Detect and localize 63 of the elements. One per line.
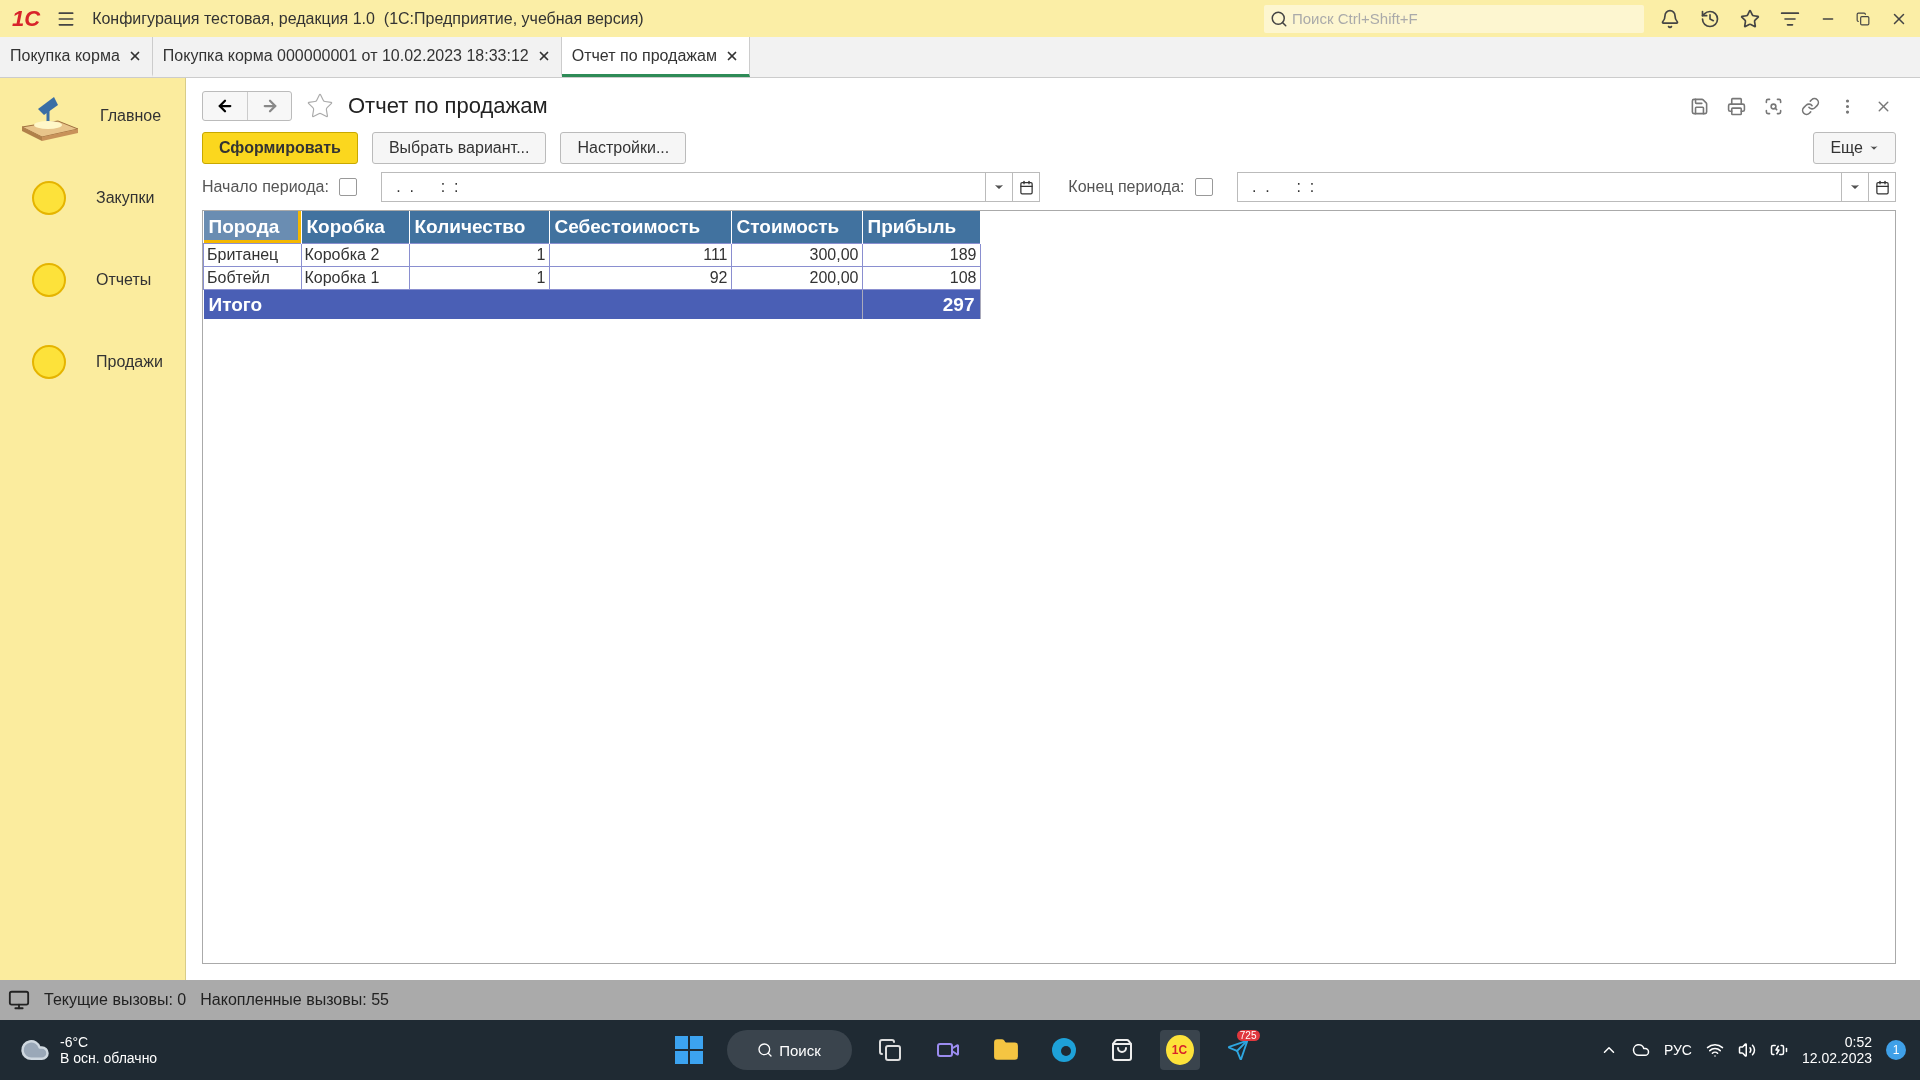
- generate-button[interactable]: Сформировать: [202, 132, 358, 164]
- coin-icon: [32, 181, 66, 215]
- search-icon: [1270, 9, 1288, 28]
- taskbar-search[interactable]: Поиск: [726, 1030, 852, 1070]
- unread-badge: 725: [1236, 1030, 1260, 1041]
- language-indicator[interactable]: РУС: [1663, 1042, 1692, 1058]
- table-cell: Коробка 2: [301, 243, 409, 267]
- tab[interactable]: Покупка корма 000000001 от 10.02.2023 18:33:12: [152, 37, 562, 77]
- checkbox[interactable]: [338, 178, 357, 196]
- calendar-icon[interactable]: [1874, 179, 1890, 195]
- search-icon: [757, 1042, 774, 1058]
- checkbox[interactable]: [1194, 178, 1213, 196]
- cloud-icon[interactable]: [1631, 1041, 1650, 1059]
- column-header[interactable]: Себестоимость: [549, 211, 731, 244]
- form-button[interactable]: Выбрать вариант...: [371, 132, 547, 164]
- column-header[interactable]: Коробка: [301, 211, 409, 244]
- caret-icon: [1869, 143, 1879, 153]
- tab[interactable]: Отчет по продажам: [561, 37, 750, 77]
- sidebar-item[interactable]: Закупки: [0, 170, 185, 226]
- wifi-icon[interactable]: [1705, 1041, 1724, 1059]
- window-title: Конфигурация тестовая, редакция 1.0 (1С:Предприятие, учебная версия): [92, 9, 645, 28]
- total-label: Итого: [203, 289, 862, 319]
- coin-icon: [32, 345, 66, 379]
- tab[interactable]: Покупка корма: [0, 37, 153, 77]
- field-label: Начало периода:: [202, 178, 329, 196]
- form-title: Отчет по продажам: [348, 93, 549, 119]
- table-cell: Британец: [203, 243, 301, 267]
- paper-plane-icon: [1226, 1039, 1249, 1061]
- form-button[interactable]: Настройки...: [560, 132, 687, 164]
- monitor-icon[interactable]: [8, 989, 30, 1011]
- column-header[interactable]: Прибыль: [862, 211, 980, 244]
- column-header[interactable]: Стоимость: [731, 211, 862, 244]
- table-cell: 111: [549, 243, 731, 267]
- table-cell: 200,00: [731, 266, 862, 290]
- date-field[interactable]: . . : :: [380, 172, 1041, 202]
- table-cell: Коробка 1: [301, 266, 409, 290]
- field-label: Конец периода:: [1068, 178, 1185, 196]
- clock-date[interactable]: 12.02.2023: [1801, 1050, 1872, 1066]
- more-button[interactable]: Еще: [1813, 132, 1896, 164]
- calendar-icon[interactable]: [1018, 179, 1034, 195]
- table-cell: 189: [862, 243, 980, 267]
- clock-time[interactable]: 0:52: [1801, 1034, 1872, 1050]
- sidebar-item[interactable]: Главное: [0, 88, 185, 144]
- weather-text: В осн. облачно: [60, 1050, 158, 1066]
- speaker-icon[interactable]: [1737, 1041, 1756, 1059]
- table-cell: 108: [862, 266, 980, 290]
- table-cell: 300,00: [731, 243, 862, 267]
- date-field[interactable]: . . : :: [1236, 172, 1896, 202]
- table-cell: 1: [409, 266, 549, 290]
- temperature: -6°C: [60, 1034, 90, 1050]
- table-cell: Бобтейл: [203, 266, 301, 290]
- table-cell: 92: [549, 266, 731, 290]
- column-header[interactable]: Количество: [409, 211, 549, 244]
- search-field[interactable]: Поиск Ctrl+Shift+F: [1264, 4, 1644, 33]
- total-value: 297: [862, 289, 980, 319]
- coin-icon: [32, 263, 66, 297]
- sidebar-item[interactable]: Продажи: [0, 334, 185, 390]
- sidebar-item[interactable]: Отчеты: [0, 252, 185, 308]
- app-icon[interactable]: 1С: [1159, 1030, 1200, 1070]
- table-cell: 1: [409, 243, 549, 267]
- status-text: Накопленные вызовы: 55: [200, 991, 389, 1009]
- status-text: Текущие вызовы: 0: [44, 991, 187, 1009]
- app-logo[interactable]: 1С: [12, 5, 41, 32]
